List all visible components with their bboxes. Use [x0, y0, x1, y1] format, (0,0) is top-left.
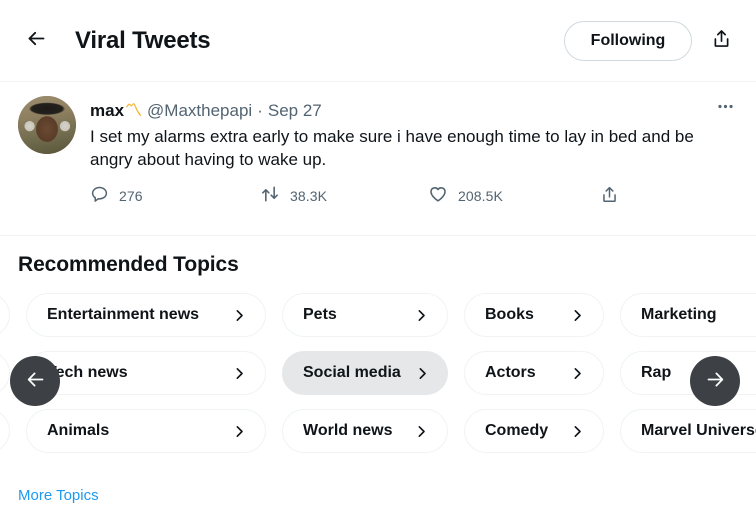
topic-chip[interactable] [0, 293, 10, 337]
chevron-right-icon [570, 424, 585, 439]
recommended-topics-title: Recommended Topics [18, 253, 239, 276]
arrow-right-icon [705, 369, 726, 393]
topic-chip-label: Actors [485, 364, 536, 381]
more-topics-link[interactable]: More Topics [0, 469, 99, 504]
topic-chip-label: Books [485, 306, 534, 323]
arrow-left-icon [25, 369, 46, 393]
tweet-separator: · [257, 101, 263, 120]
chevron-right-icon [232, 366, 247, 381]
retweet-button[interactable]: 38.3K [260, 184, 428, 207]
recommended-topics-section: Recommended Topics Entertainment news Pe… [0, 236, 756, 522]
chevron-right-icon [570, 308, 585, 323]
retweet-icon [260, 184, 280, 207]
arrow-left-icon [26, 28, 47, 54]
chevron-right-icon [570, 366, 585, 381]
reply-icon [90, 185, 109, 207]
header-share-button[interactable] [703, 23, 739, 59]
topic-chip-label: Marvel Universe [641, 422, 756, 439]
following-button[interactable]: Following [564, 20, 692, 61]
tweet-header: max 〽 @Maxthepapi · Sep 27 [90, 96, 740, 122]
back-button[interactable] [17, 22, 55, 60]
topics-carousel: Entertainment news Pets Books Marketing [0, 293, 756, 469]
topics-row: Entertainment news Pets Books Marketing [0, 293, 756, 337]
topic-chip-label: Rap [641, 364, 672, 381]
tweet-body: max 〽 @Maxthepapi · Sep 27 I set my alar… [90, 96, 740, 235]
topic-chip-marketing[interactable]: Marketing [620, 293, 756, 337]
tweet-actions: 276 38.3K 208.5K [90, 184, 650, 207]
page-title: Viral Tweets [75, 26, 211, 54]
name-emoji-icon: 〽 [125, 101, 142, 120]
tweet-handle[interactable]: @Maxthepapi [147, 100, 252, 121]
chevron-right-icon [414, 308, 429, 323]
topic-chip-entertainment-news[interactable]: Entertainment news [26, 293, 266, 337]
carousel-next-button[interactable] [690, 356, 740, 406]
heart-icon [428, 184, 448, 207]
topic-chip-comedy[interactable]: Comedy [464, 409, 604, 453]
avatar-photo [18, 96, 76, 154]
topic-chip-tech-news[interactable]: Tech news [26, 351, 266, 395]
topic-chip-world-news[interactable]: World news [282, 409, 448, 453]
reply-count: 276 [119, 187, 143, 204]
share-icon [600, 185, 619, 207]
topic-chip-label: Marketing [641, 306, 717, 323]
reply-button[interactable]: 276 [90, 185, 260, 207]
page-header: Viral Tweets Following [0, 0, 756, 82]
topic-chip-books[interactable]: Books [464, 293, 604, 337]
topic-chip-label: Comedy [485, 422, 549, 439]
like-button[interactable]: 208.5K [428, 184, 600, 207]
topic-chip-actors[interactable]: Actors [464, 351, 604, 395]
chevron-right-icon [414, 424, 429, 439]
carousel-prev-button[interactable] [10, 356, 60, 406]
avatar[interactable] [18, 96, 76, 154]
topic-chip-label: Entertainment news [47, 306, 200, 323]
topic-chip[interactable] [0, 351, 10, 395]
topic-chip[interactable] [0, 409, 10, 453]
tweet-share-button[interactable] [600, 185, 640, 207]
retweet-count: 38.3K [290, 187, 328, 204]
topic-chip-animals[interactable]: Animals [26, 409, 266, 453]
topics-row: Animals World news Comedy Marvel Univers… [0, 409, 756, 453]
tweet-text: I set my alarms extra early to make sure… [90, 127, 694, 169]
tweet-timestamp[interactable]: Sep 27 [268, 100, 322, 121]
topic-chip-label: Social media [303, 364, 401, 381]
topic-chip-label: Animals [47, 422, 110, 439]
like-count: 208.5K [458, 187, 503, 204]
chevron-right-icon [232, 424, 247, 439]
topics-row: Tech news Social media Actors Rap [0, 351, 756, 395]
topic-chip-social-media[interactable]: Social media [282, 351, 448, 395]
chevron-right-icon [232, 308, 247, 323]
tweet-more-button[interactable] [710, 96, 740, 122]
topic-chip-marvel-universe[interactable]: Marvel Universe [620, 409, 756, 453]
chevron-right-icon [415, 366, 430, 381]
tweet-display-name[interactable]: max [90, 100, 124, 121]
share-icon [711, 28, 732, 54]
tweet-card[interactable]: max 〽 @Maxthepapi · Sep 27 I set my alar… [0, 82, 756, 236]
topic-chip-label: Pets [303, 306, 337, 323]
ellipsis-icon [716, 97, 735, 121]
topic-chip-pets[interactable]: Pets [282, 293, 448, 337]
topic-chip-label: World news [303, 422, 393, 439]
